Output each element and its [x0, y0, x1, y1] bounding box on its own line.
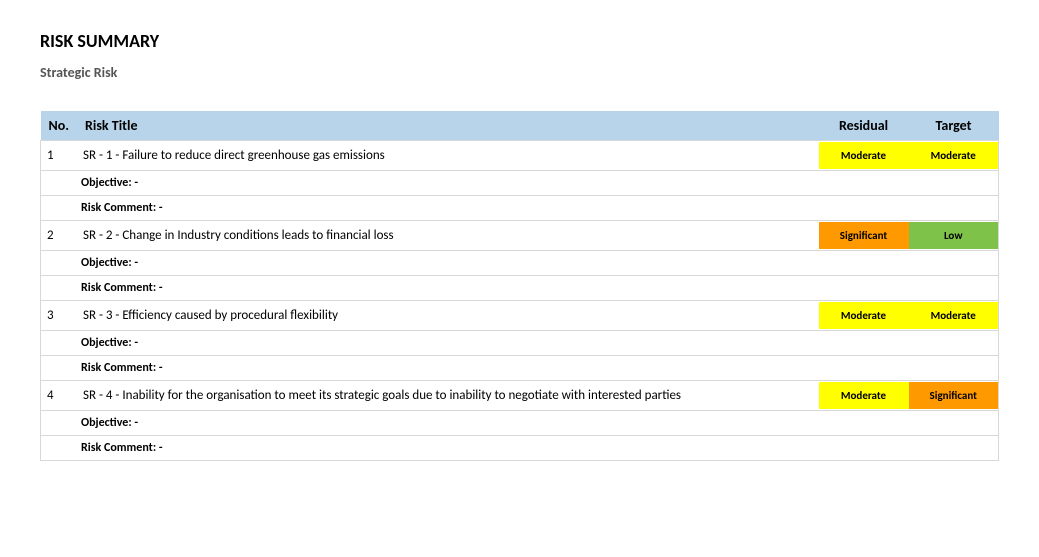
target-badge: Low: [909, 222, 999, 249]
col-header-residual: Residual: [819, 111, 909, 141]
residual-badge: Moderate: [819, 302, 909, 329]
risk-comment-row: Risk Comment: -: [41, 356, 999, 381]
risk-comment-label: Risk Comment: -: [41, 196, 999, 221]
risk-title: SR - 2 - Change in Industry conditions l…: [77, 221, 819, 251]
objective-label: Objective: -: [41, 411, 999, 436]
col-header-target: Target: [909, 111, 999, 141]
col-header-title: Risk Title: [77, 111, 819, 141]
risk-title: SR - 3 - Efficiency caused by procedural…: [77, 301, 819, 331]
target-badge: Moderate: [909, 142, 999, 169]
objective-row: Objective: -: [41, 331, 999, 356]
objective-label: Objective: -: [41, 251, 999, 276]
risk-target: Moderate: [909, 141, 999, 171]
col-header-no: No.: [41, 111, 78, 141]
risk-target: Significant: [909, 381, 999, 411]
page-title: RISK SUMMARY: [40, 30, 999, 52]
risk-comment-row: Risk Comment: -: [41, 196, 999, 221]
table-row: 3SR - 3 - Efficiency caused by procedura…: [41, 301, 999, 331]
risk-title: SR - 1 - Failure to reduce direct greenh…: [77, 141, 819, 171]
risk-title: SR - 4 - Inability for the organisation …: [77, 381, 819, 411]
table-header-row: No. Risk Title Residual Target: [41, 111, 999, 141]
risk-residual: Significant: [819, 221, 909, 251]
target-badge: Significant: [909, 382, 999, 409]
table-row: 1SR - 1 - Failure to reduce direct green…: [41, 141, 999, 171]
residual-badge: Significant: [819, 222, 909, 249]
objective-label: Objective: -: [41, 171, 999, 196]
risk-comment-label: Risk Comment: -: [41, 436, 999, 461]
risk-comment-row: Risk Comment: -: [41, 276, 999, 301]
objective-row: Objective: -: [41, 411, 999, 436]
risk-target: Low: [909, 221, 999, 251]
risk-no: 1: [41, 141, 78, 171]
risk-target: Moderate: [909, 301, 999, 331]
subtitle: Strategic Risk: [40, 64, 999, 81]
target-badge: Moderate: [909, 302, 999, 329]
risk-comment-label: Risk Comment: -: [41, 356, 999, 381]
table-row: 4SR - 4 - Inability for the organisation…: [41, 381, 999, 411]
risk-residual: Moderate: [819, 381, 909, 411]
risk-no: 3: [41, 301, 78, 331]
objective-row: Objective: -: [41, 171, 999, 196]
residual-badge: Moderate: [819, 142, 909, 169]
table-row: 2SR - 2 - Change in Industry conditions …: [41, 221, 999, 251]
objective-row: Objective: -: [41, 251, 999, 276]
objective-label: Objective: -: [41, 331, 999, 356]
risk-no: 4: [41, 381, 78, 411]
risk-comment-row: Risk Comment: -: [41, 436, 999, 461]
risk-no: 2: [41, 221, 78, 251]
residual-badge: Moderate: [819, 382, 909, 409]
risk-comment-label: Risk Comment: -: [41, 276, 999, 301]
risk-residual: Moderate: [819, 301, 909, 331]
risk-table: No. Risk Title Residual Target 1SR - 1 -…: [40, 111, 999, 461]
risk-residual: Moderate: [819, 141, 909, 171]
